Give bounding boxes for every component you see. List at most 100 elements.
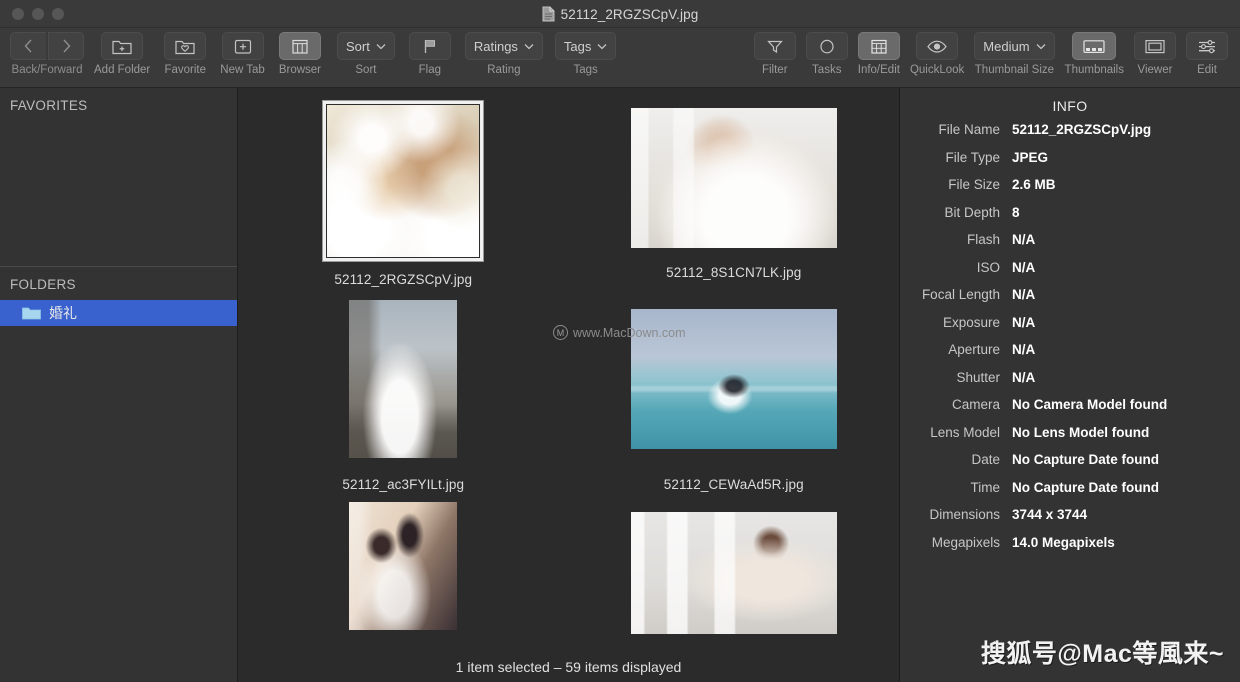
toolbar-group-favorite: Favorite	[164, 32, 207, 76]
toolbar-group-thumbnails: Thumbnails	[1065, 32, 1124, 76]
tasks-button[interactable]	[805, 32, 848, 60]
info-value: No Capture Date found	[1012, 452, 1159, 467]
info-key: Exposure	[942, 314, 1000, 330]
chevron-down-icon	[1036, 43, 1046, 50]
browser-grid-icon	[291, 38, 309, 55]
info-row: Date No Capture Date found	[900, 452, 1240, 480]
ratings-menu-value: Ratings	[473, 38, 518, 54]
info-panel: INFO File Name 52112_2RGZSCpV.jpg File T…	[899, 88, 1240, 682]
circle-icon	[818, 38, 836, 55]
info-key: Dimensions	[929, 507, 1000, 522]
thumbnail-cell[interactable]: 52112_2RGZSCpV.jpg	[238, 96, 569, 287]
new-tab-button[interactable]	[221, 32, 264, 60]
info-value: 52112_2RGZSCpV.jpg	[1012, 122, 1152, 137]
chevron-down-icon	[376, 43, 386, 50]
thumbnail[interactable]	[349, 502, 458, 630]
sliders-icon	[1197, 38, 1217, 55]
favorite-label: Favorite	[164, 64, 207, 76]
thumbnail-size-menu-button[interactable]: Medium	[974, 32, 1055, 60]
thumbnail-cell[interactable]: 52112_CEWaAd5R.jpg	[569, 286, 900, 498]
thumbnail-cell[interactable]	[238, 498, 569, 638]
status-text: 1 item selected – 59 items displayed	[455, 659, 682, 675]
info-edit-button[interactable]	[857, 32, 900, 60]
sidebar-folders-section: FOLDERS 婚礼	[0, 267, 237, 326]
sidebar-favorites-section: FAVORITES	[0, 88, 237, 266]
info-row: Shutter N/A	[900, 370, 1240, 398]
info-value: 2.6 MB	[1012, 177, 1056, 192]
info-key: Lens Model	[930, 424, 1000, 440]
info-row: File Size 2.6 MB	[900, 177, 1240, 205]
filter-button[interactable]	[753, 32, 796, 60]
thumbnail-filename: 52112_2RGZSCpV.jpg	[334, 272, 473, 287]
new-tab-label: New Tab	[220, 64, 265, 76]
filter-label: Filter	[761, 64, 788, 76]
thumbnail-wrap	[349, 290, 458, 467]
toolbar-group-browser: Browser	[279, 32, 321, 76]
info-key: Time	[970, 479, 1001, 495]
info-row: Aperture N/A	[900, 342, 1240, 370]
info-key: Megapixels	[931, 534, 1000, 550]
toolbar-group-tasks: Tasks	[805, 32, 848, 76]
thumbnails-button[interactable]	[1072, 32, 1117, 60]
thumbnail[interactable]	[349, 299, 458, 458]
toolbar-group-flag: Flag	[408, 32, 451, 76]
thumbnail-image	[630, 107, 837, 248]
minimize-button[interactable]	[32, 7, 44, 20]
ratings-menu-button[interactable]: Ratings	[464, 32, 543, 60]
close-button[interactable]	[12, 7, 24, 20]
add-folder-button[interactable]	[101, 32, 144, 60]
quicklook-button[interactable]	[916, 32, 959, 60]
thumbnail-cell[interactable]	[569, 498, 900, 638]
sidebar: FAVORITES FOLDERS 婚礼	[0, 88, 238, 682]
tags-menu-value: Tags	[563, 38, 592, 54]
folder-heart-icon	[175, 38, 195, 55]
flag-button[interactable]	[408, 32, 451, 60]
back-forward-label: Back/Forward	[11, 64, 83, 76]
info-value: 3744 x 3744	[1012, 507, 1088, 522]
toolbar-group-new-tab: New Tab	[220, 32, 265, 76]
info-row: ISO N/A	[900, 260, 1240, 288]
thumbnail-selected[interactable]	[322, 100, 485, 262]
info-key: Focal Length	[921, 287, 1000, 302]
sidebar-item-label: 婚礼	[49, 305, 77, 321]
thumbnail[interactable]	[630, 107, 837, 248]
thumbnail-browser[interactable]: 52112_2RGZSCpV.jpg 52112_8S1CN7LK.jpg 52…	[238, 88, 899, 682]
info-value: N/A	[1012, 342, 1036, 357]
toolbar-group-tags: Tags Tags	[554, 32, 617, 76]
window-title: 52112_2RGZSCpV.jpg	[560, 6, 699, 22]
info-value: 8	[1012, 204, 1020, 220]
forward-button[interactable]	[48, 32, 84, 60]
sidebar-item-hunli[interactable]: 婚礼	[0, 300, 237, 326]
info-key: Flash	[966, 232, 1000, 247]
info-value: N/A	[1012, 232, 1036, 247]
window-controls	[0, 7, 64, 20]
info-key: Camera	[951, 397, 1000, 412]
thumbnail-wrap	[630, 290, 837, 467]
info-row: Lens Model No Lens Model found	[900, 425, 1240, 453]
thumbnail-cell[interactable]: 52112_8S1CN7LK.jpg	[569, 96, 900, 286]
thumbnail[interactable]	[630, 512, 837, 634]
viewer-button[interactable]	[1134, 32, 1176, 60]
info-row: Camera No Camera Model found	[900, 397, 1240, 425]
sohu-watermark: 搜狐号@Mac等風来~	[980, 640, 1224, 668]
back-button[interactable]	[10, 32, 46, 60]
toolbar-group-filter: Filter	[753, 32, 796, 76]
browser-label: Browser	[278, 64, 321, 76]
info-row: Megapixels 14.0 Megapixels	[900, 535, 1240, 563]
folder-icon	[22, 306, 41, 320]
thumbnail-cell[interactable]: 52112_ac3FYILt.jpg	[238, 286, 569, 498]
toolbar-group-edit: Edit	[1186, 32, 1228, 76]
tags-menu-button[interactable]: Tags	[554, 32, 617, 60]
zoom-button[interactable]	[52, 7, 64, 20]
thumbnail[interactable]	[630, 308, 837, 449]
toolbar-group-viewer: Viewer	[1134, 32, 1176, 76]
info-key: Shutter	[956, 369, 1000, 385]
browser-button[interactable]	[278, 32, 321, 60]
info-row: File Type JPEG	[900, 150, 1240, 178]
edit-button[interactable]	[1186, 32, 1228, 60]
info-key: File Type	[945, 149, 1000, 165]
sort-menu-button[interactable]: Sort	[337, 32, 395, 60]
favorite-button[interactable]	[164, 32, 207, 60]
info-value: N/A	[1012, 314, 1036, 330]
sort-menu-value: Sort	[346, 38, 370, 54]
